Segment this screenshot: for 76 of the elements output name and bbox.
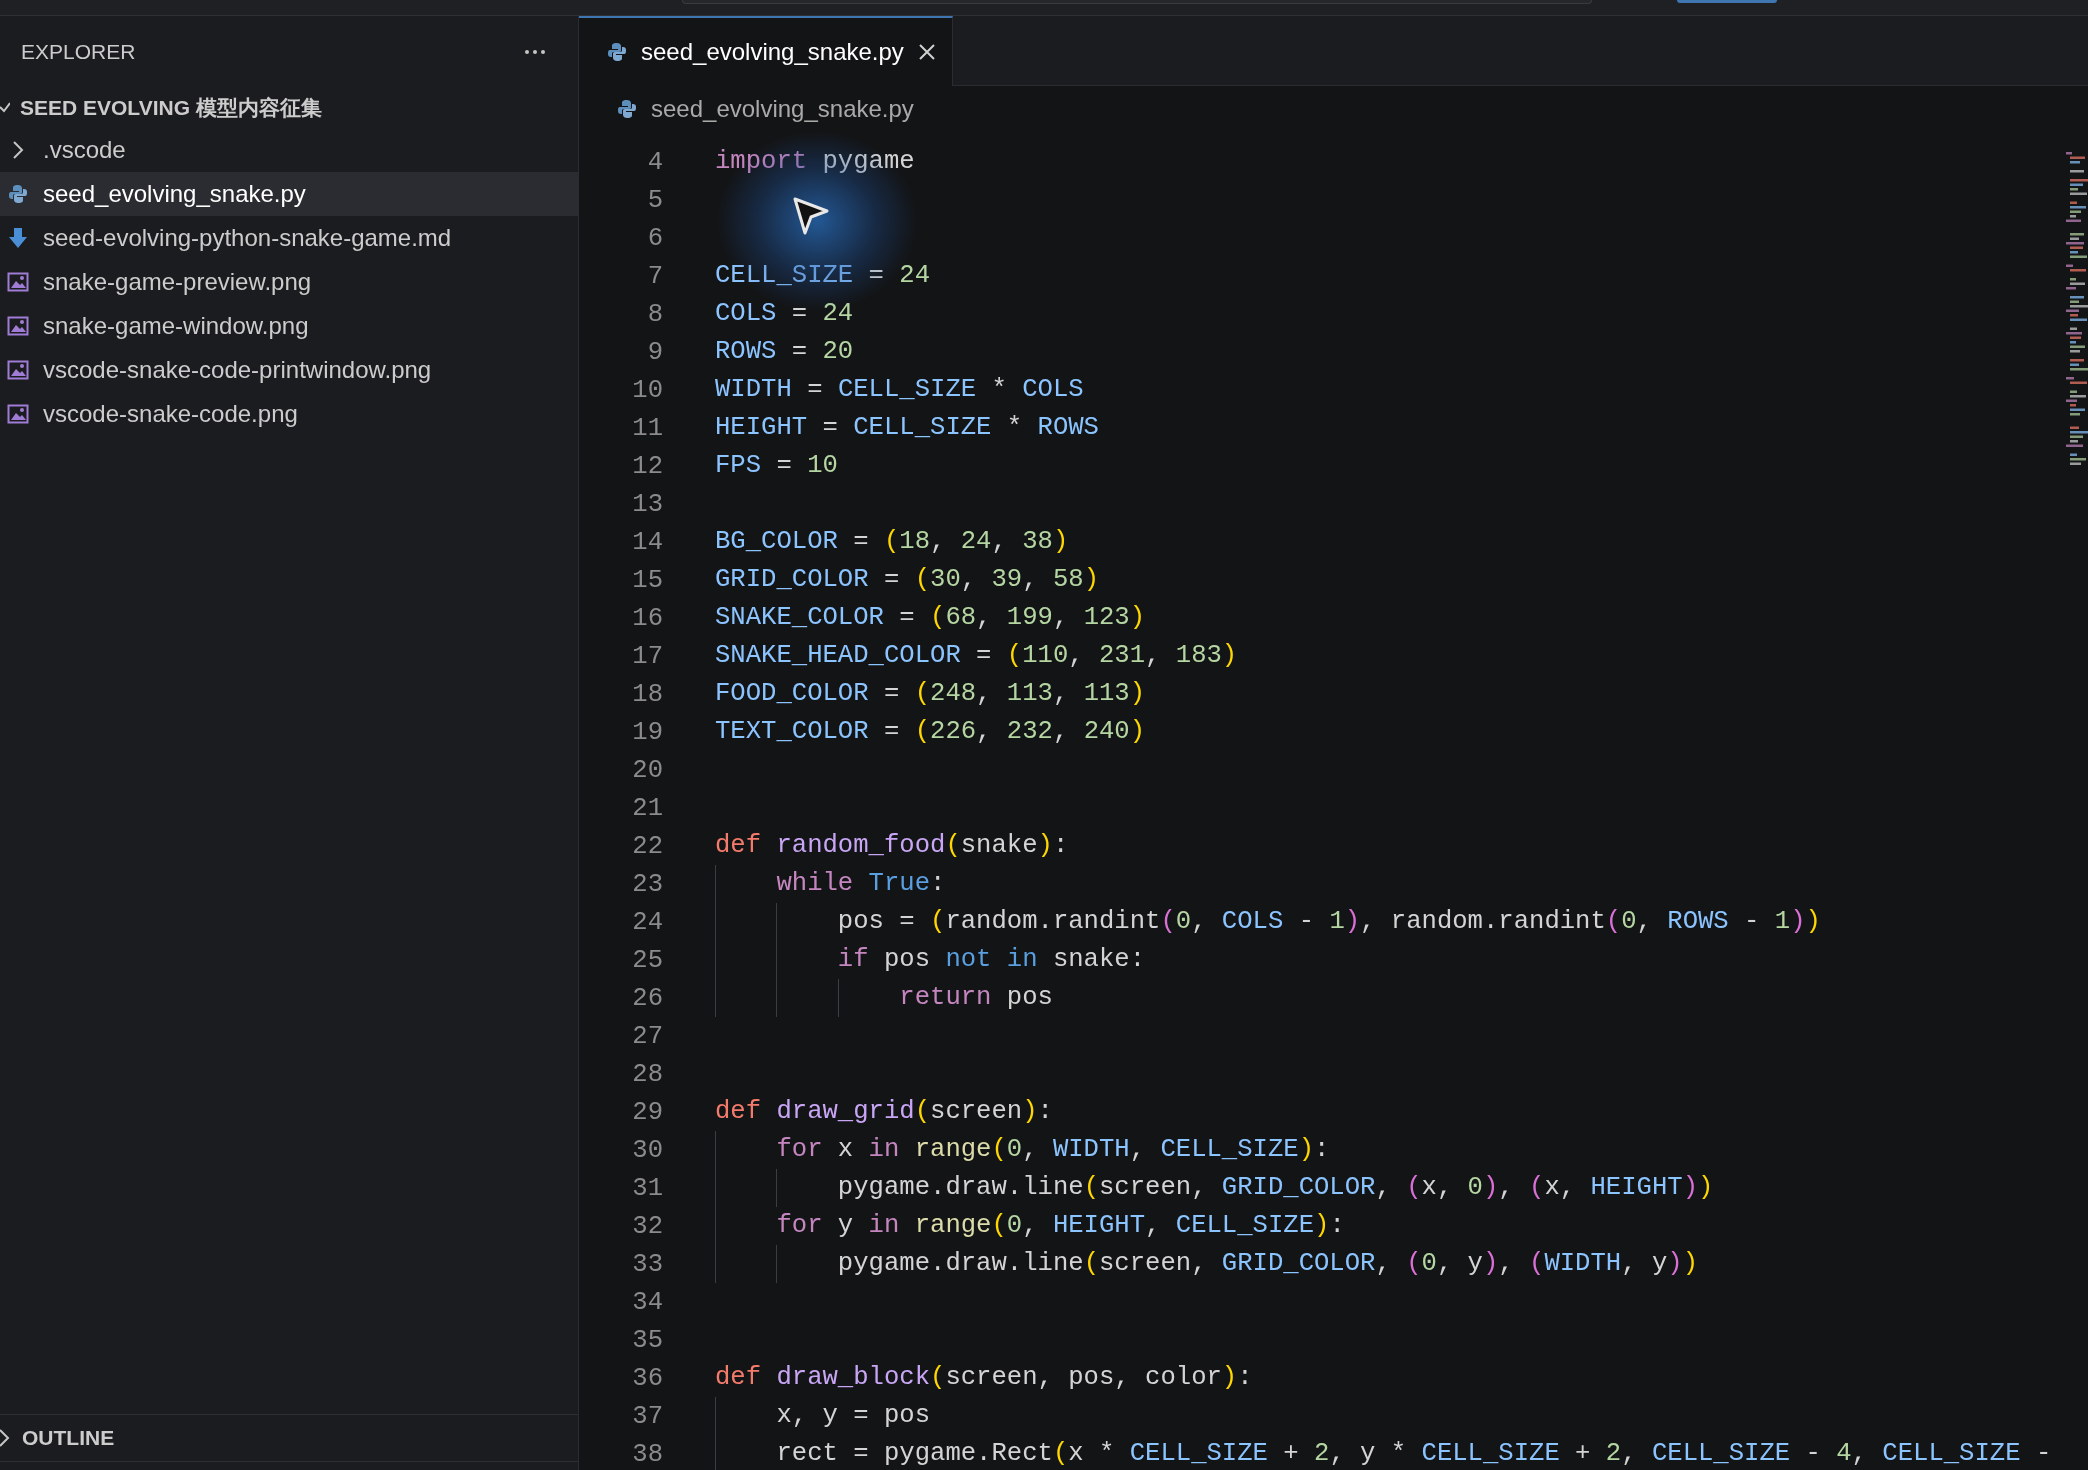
python-file-icon	[607, 42, 627, 62]
breadcrumb-item[interactable]: seed_evolving_snake.py	[651, 94, 914, 123]
line-number: 27	[631, 1021, 663, 1051]
code-line: CELL_SIZE = 24	[715, 260, 931, 292]
line-number: 25	[631, 945, 663, 975]
image-icon	[7, 316, 29, 336]
code-line: def random_food(snake):	[715, 830, 1069, 862]
code-line: HEIGHT = CELL_SIZE * ROWS	[715, 412, 1099, 444]
line-number: 28	[631, 1059, 663, 1089]
line-number: 38	[631, 1439, 663, 1469]
line-number: 8	[646, 299, 663, 329]
down-arrow-icon	[7, 227, 29, 249]
image-icon	[7, 272, 29, 292]
line-number: 5	[646, 185, 663, 215]
chevron-icon[interactable]	[0, 101, 10, 115]
image-icon	[7, 404, 29, 424]
python-file-icon	[617, 98, 637, 119]
line-number: 20	[631, 755, 663, 785]
line-number: 16	[631, 603, 663, 633]
code-line: GRID_COLOR = (30, 39, 58)	[715, 564, 1099, 596]
line-number: 13	[631, 489, 663, 519]
line-number: 37	[631, 1401, 663, 1431]
line-number: 26	[631, 983, 663, 1013]
code-line: TEXT_COLOR = (226, 232, 240)	[715, 716, 1146, 748]
close-icon[interactable]	[917, 43, 936, 61]
sidebar-title: EXPLORER	[21, 40, 136, 64]
chevron-right-icon[interactable]	[0, 1428, 10, 1448]
line-number: 11	[631, 413, 663, 443]
file-item[interactable]: seed_evolving_snake.py	[0, 172, 578, 216]
code-line: ROWS = 20	[715, 336, 854, 368]
line-number: 10	[631, 375, 663, 405]
code-line: FOOD_COLOR = (248, 113, 113)	[715, 678, 1146, 710]
line-number: 29	[631, 1097, 663, 1127]
file-item[interactable]: snake-game-preview.png	[0, 260, 578, 304]
line-number: 7	[646, 261, 663, 291]
line-number: 12	[631, 451, 663, 481]
line-number: 34	[631, 1287, 663, 1317]
outline-header[interactable]: OUTLINE	[22, 1426, 115, 1450]
line-number: 18	[631, 679, 663, 709]
line-number: 14	[631, 527, 663, 557]
line-number: 15	[631, 565, 663, 595]
line-number: 31	[631, 1173, 663, 1203]
file-item[interactable]: vscode-snake-code-printwindow.png	[0, 348, 578, 392]
code-line: SNAKE_HEAD_COLOR = (110, 231, 183)	[715, 640, 1238, 672]
file-item[interactable]: seed-evolving-python-snake-game.md	[0, 216, 578, 260]
code-line: import pygame	[715, 146, 915, 178]
file-item[interactable]: .vscode	[0, 128, 578, 172]
line-number: 35	[631, 1325, 663, 1355]
line-number: 22	[631, 831, 663, 861]
mouse-pointer-icon	[791, 195, 831, 237]
line-number: 33	[631, 1249, 663, 1279]
file-item[interactable]: snake-game-window.png	[0, 304, 578, 348]
code-line: COLS = 24	[715, 298, 854, 330]
code-line: SNAKE_COLOR = (68, 199, 123)	[715, 602, 1146, 634]
line-number: 24	[631, 907, 663, 937]
code-line: BG_COLOR = (18, 24, 38)	[715, 526, 1069, 558]
code-line: FPS = 10	[715, 450, 838, 482]
line-number: 6	[646, 223, 663, 253]
line-number: 36	[631, 1363, 663, 1393]
editor-tab[interactable]: seed_evolving_snake.py	[579, 16, 953, 86]
code-line: def draw_block(screen, pos, color):	[715, 1362, 1253, 1394]
folder-name[interactable]: SEED EVOLVING 模型内容征集	[20, 94, 322, 122]
file-item[interactable]: vscode-snake-code.png	[0, 392, 578, 436]
more-icon[interactable]	[524, 49, 546, 55]
line-number: 19	[631, 717, 663, 747]
line-number: 21	[631, 793, 663, 823]
line-number: 9	[646, 337, 663, 367]
code-line: WIDTH = CELL_SIZE * COLS	[715, 374, 1084, 406]
line-number: 30	[631, 1135, 663, 1165]
line-number: 17	[631, 641, 663, 671]
line-number: 23	[631, 869, 663, 899]
python-file-icon	[7, 184, 29, 204]
code-line: def draw_grid(screen):	[715, 1096, 1053, 1128]
line-number: 4	[646, 147, 663, 177]
image-icon	[7, 360, 29, 380]
line-number: 32	[631, 1211, 663, 1241]
